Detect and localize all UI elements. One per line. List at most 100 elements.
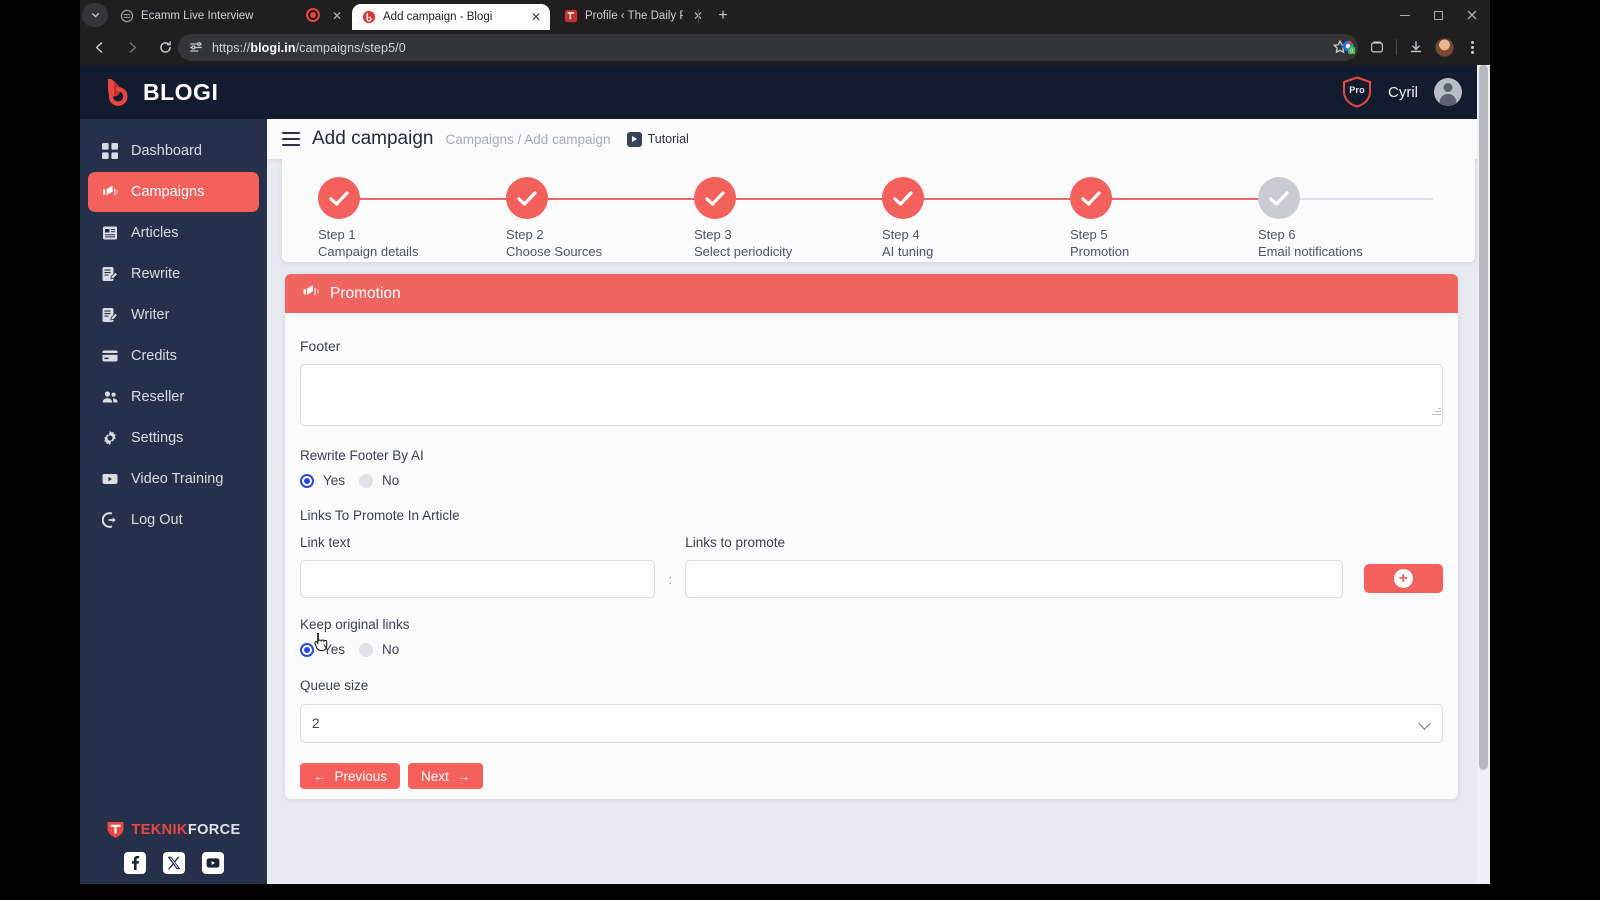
browser-toolbar: https://blogi.in/campaigns/step5/0 0 (80, 30, 1490, 65)
keep-links-no[interactable]: No (359, 642, 399, 657)
sidebar-footer: TEKNIKFORCE (80, 820, 267, 874)
browser-tab-1[interactable]: Add campaign - Blogi ✕ (352, 4, 550, 30)
link-text-field: Link text (300, 535, 656, 598)
previous-button[interactable]: ← Previous (300, 763, 401, 789)
toolbar-right-icons: 0 (1335, 33, 1486, 61)
add-link-button[interactable]: + (1363, 564, 1443, 593)
arrow-left-icon: ← (313, 768, 327, 784)
teknikforce-mark-icon (106, 820, 125, 839)
page-scrollbar[interactable] (1477, 65, 1490, 884)
sidebar-item-label: Reseller (131, 389, 185, 405)
step-name: Email notifications (1258, 244, 1363, 259)
queue-size-select-wrap: 2 (300, 704, 1443, 743)
arrow-right-icon: → (456, 768, 471, 784)
step-5[interactable]: Step 5 Promotion (1070, 177, 1270, 259)
rewrite-footer-no[interactable]: No (359, 473, 399, 488)
sidebar-item-writer[interactable]: Writer (88, 295, 259, 335)
link-text-input[interactable] (300, 560, 656, 598)
next-button[interactable]: Next → (408, 763, 484, 789)
step-number: Step 6 (1258, 227, 1296, 242)
footer-label: Footer (300, 338, 341, 354)
blogi-icon (362, 10, 376, 24)
browser-tab-0[interactable]: Ecamm Live Interview (110, 2, 328, 30)
tab-recording-indicator-icon (306, 8, 320, 22)
rewrite-footer-yes[interactable]: Yes (300, 473, 345, 488)
gear-icon (101, 430, 118, 447)
links-promote-field: Links to promote (685, 535, 1343, 598)
sidebar-item-log-out[interactable]: Log Out (88, 500, 259, 540)
close-icon[interactable]: ✕ (329, 8, 345, 24)
x-twitter-icon[interactable] (162, 852, 185, 874)
sidebar-item-label: Credits (131, 348, 177, 364)
facebook-icon[interactable] (123, 852, 146, 874)
sidebar-item-settings[interactable]: Settings (88, 418, 259, 458)
tab-search-icon[interactable] (82, 3, 108, 27)
youtube-icon[interactable] (201, 852, 224, 874)
textarea-resize-handle[interactable] (1431, 405, 1441, 415)
profile-avatar-icon[interactable] (1430, 33, 1458, 61)
step-3[interactable]: Step 3 Select periodicity (694, 177, 894, 259)
sidebar-item-articles[interactable]: Articles (88, 213, 259, 253)
browser-tab-close-1[interactable]: ✕ (528, 9, 544, 25)
sidebar-item-dashboard[interactable]: Dashboard (88, 131, 259, 171)
promotion-form: Footer Rewrite Footer By AI Yes No Links… (285, 313, 1458, 789)
step-2[interactable]: Step 2 Choose Sources (506, 177, 706, 259)
pro-badge[interactable]: Pro (1342, 76, 1372, 108)
teknikforce-label-b: FORCE (187, 821, 241, 838)
site-settings-icon[interactable] (188, 40, 203, 55)
sidebar-item-rewrite[interactable]: Rewrite (88, 254, 259, 294)
hamburger-icon[interactable] (282, 132, 300, 146)
step-1[interactable]: Step 1 Campaign details (318, 177, 518, 259)
links-promote-label: Links to promote (685, 535, 786, 550)
browser-tab-2[interactable]: Profile ‹ The Daily Pursuit — W… ✕ (554, 2, 712, 30)
queue-size-select[interactable]: 2 (300, 704, 1443, 743)
back-icon[interactable] (85, 34, 113, 62)
video-icon (101, 471, 118, 488)
step-6[interactable]: Step 6 Email notifications (1258, 177, 1458, 259)
avatar[interactable] (1434, 78, 1462, 106)
sidebar-item-label: Articles (131, 225, 179, 241)
check-icon (882, 177, 924, 219)
sidebar-item-credits[interactable]: Credits (88, 336, 259, 376)
step-number: Step 3 (694, 227, 732, 242)
sidebar-item-reseller[interactable]: Reseller (88, 377, 259, 417)
address-bar[interactable]: https://blogi.in/campaigns/step5/0 (178, 34, 1358, 61)
sidebar-item-label: Campaigns (131, 184, 205, 200)
links-promote-input[interactable] (685, 560, 1343, 598)
window-close-button[interactable] (1451, 0, 1490, 30)
step-4[interactable]: Step 4 AI tuning (882, 177, 1082, 259)
reload-icon[interactable] (151, 34, 179, 62)
sidebar-item-campaigns[interactable]: Campaigns (88, 172, 259, 212)
screenshot-root: Ecamm Live Interview ✕ Add campaign - Bl… (0, 0, 1600, 900)
footer-textarea[interactable] (300, 364, 1443, 426)
megaphone-icon (101, 184, 118, 201)
next-label: Next (421, 768, 449, 784)
plus-icon: + (1393, 569, 1413, 588)
browser-tab-close-0[interactable]: ✕ (324, 2, 350, 30)
radio-selected-icon[interactable] (300, 473, 314, 488)
radio-icon[interactable] (359, 642, 374, 657)
app-topbar: BLOGI Pro Cyril (80, 65, 1490, 119)
step-name: Campaign details (318, 244, 419, 259)
tutorial-link[interactable]: Tutorial (626, 131, 689, 147)
chrome-menu-icon[interactable] (1458, 33, 1486, 61)
app-brand[interactable]: BLOGI (80, 78, 267, 106)
sidebar-item-video-training[interactable]: Video Training (88, 459, 259, 499)
mouse-cursor (314, 632, 328, 652)
new-tab-button[interactable]: + (712, 5, 734, 27)
scrollbar-thumb[interactable] (1479, 65, 1488, 770)
users-icon (101, 389, 118, 406)
radio-icon[interactable] (359, 473, 374, 488)
teknikforce-logo: TEKNIKFORCE (80, 820, 267, 839)
forward-icon[interactable] (118, 34, 146, 62)
scroll-area: Step 1 Campaign details Step 2 Choose So… (267, 159, 1490, 884)
breadcrumb[interactable]: Campaigns / Add campaign (445, 132, 610, 147)
split-view-icon[interactable] (1363, 33, 1391, 61)
toolbar-divider (1396, 39, 1397, 55)
downloads-icon[interactable] (1402, 33, 1430, 61)
writer-icon (101, 307, 118, 324)
radio-selected-icon[interactable] (300, 642, 314, 657)
extension-icon[interactable]: 0 (1335, 33, 1363, 61)
promotion-card-header: Promotion (285, 274, 1458, 313)
article-icon (101, 225, 118, 242)
